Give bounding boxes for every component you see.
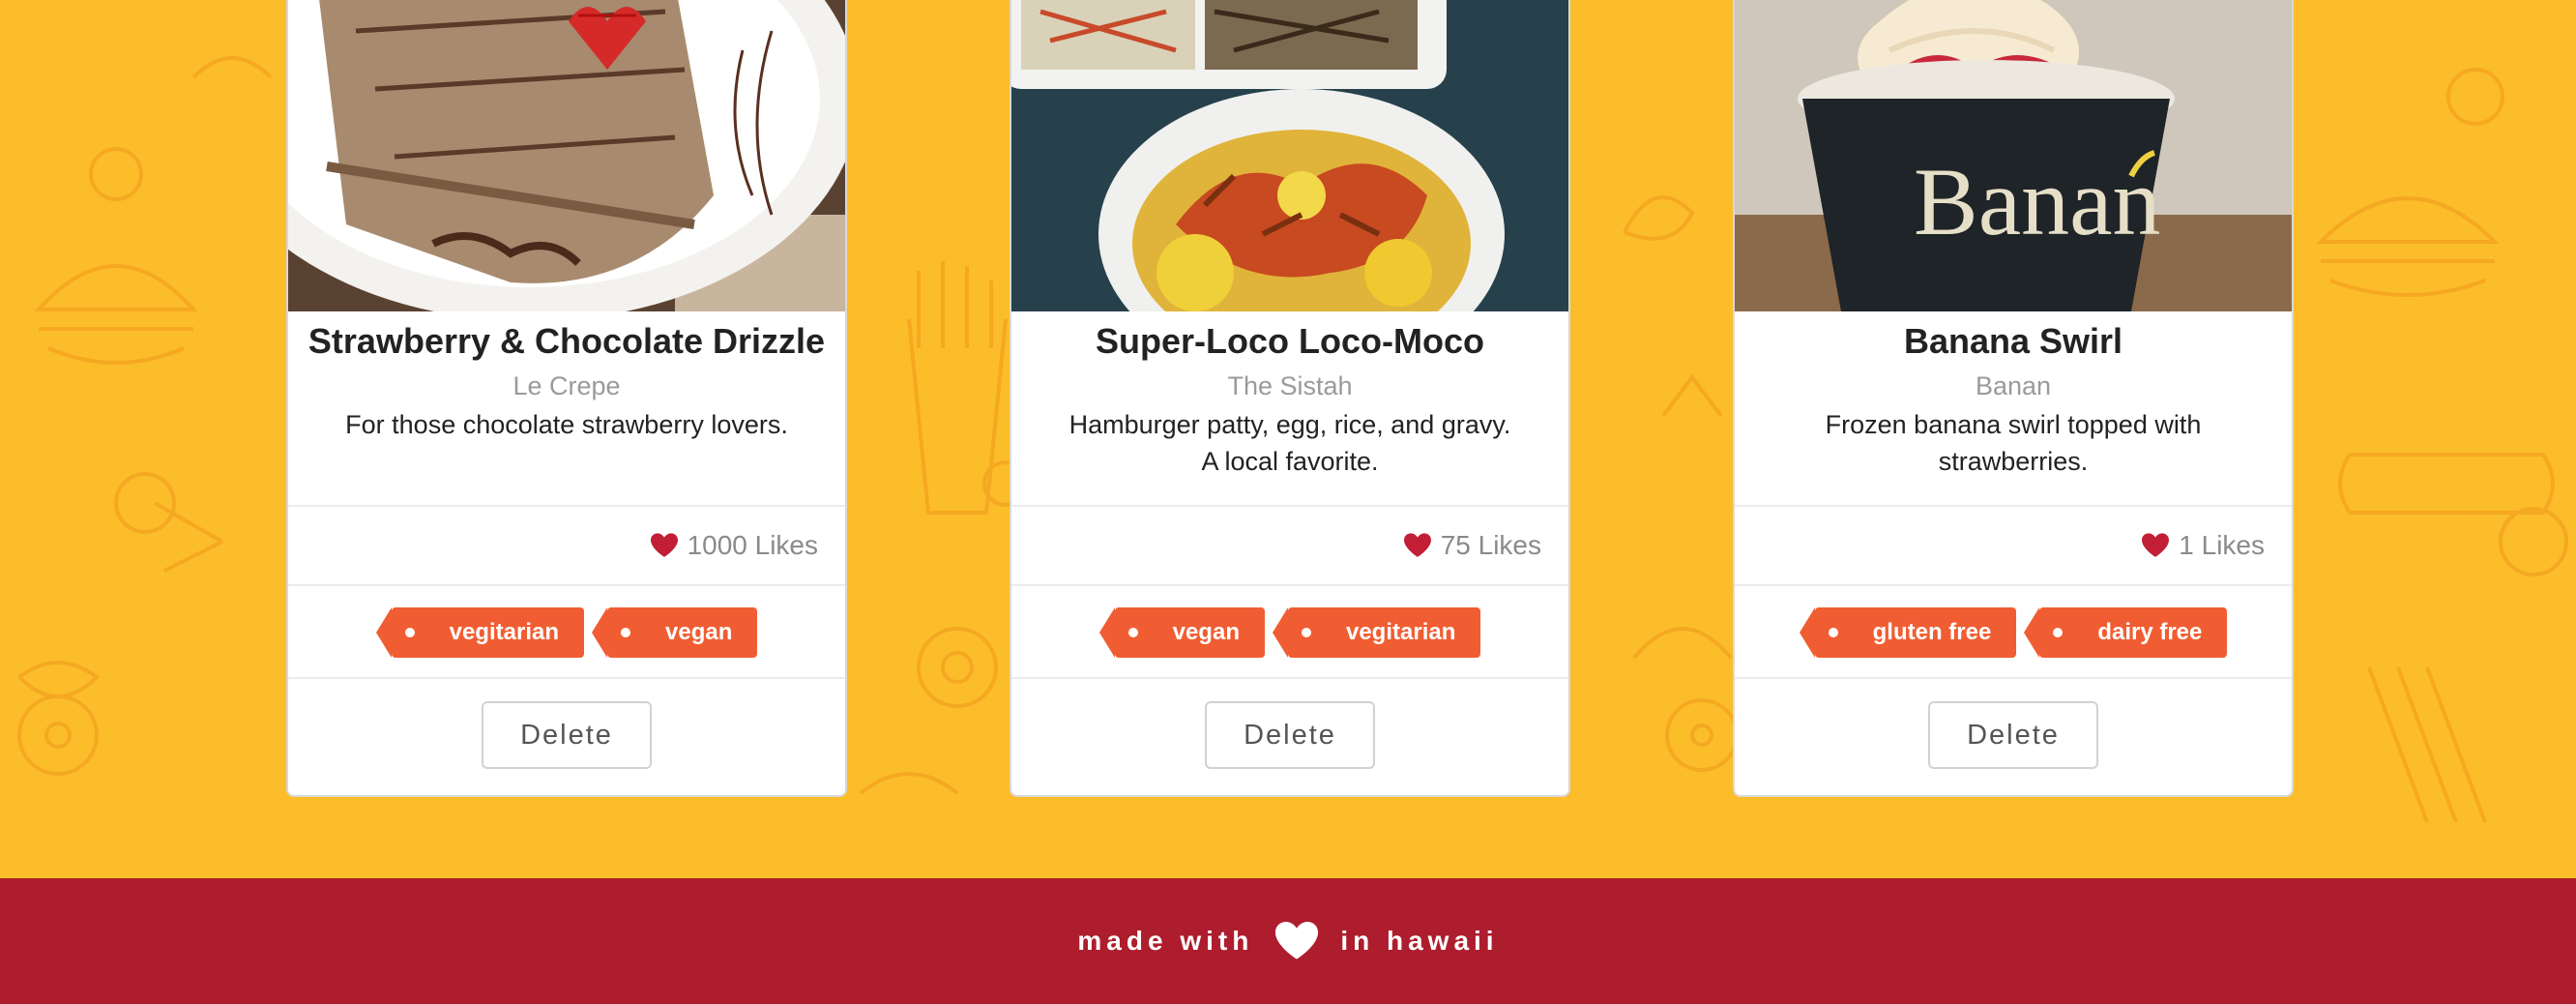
delete-button[interactable]: Delete bbox=[1928, 701, 2098, 769]
card-description: Frozen banana swirl topped with strawber… bbox=[1825, 410, 2202, 476]
heart-icon bbox=[1403, 533, 1431, 557]
food-photo-loco-moco bbox=[1011, 0, 1568, 311]
divider bbox=[1735, 505, 2292, 507]
tag[interactable]: vegitarian bbox=[375, 607, 584, 658]
divider bbox=[1011, 677, 1568, 679]
food-photo-banana-swirl: Banan bbox=[1735, 0, 2292, 311]
heart-icon bbox=[650, 533, 678, 557]
tag[interactable]: vegan bbox=[1098, 607, 1265, 658]
tag[interactable]: vegitarian bbox=[1272, 607, 1481, 658]
divider bbox=[1735, 584, 2292, 586]
tag[interactable]: dairy free bbox=[2024, 607, 2228, 658]
divider bbox=[1011, 584, 1568, 586]
divider bbox=[288, 505, 845, 507]
food-photo-crepe bbox=[288, 0, 845, 311]
footer: made with in hawaii bbox=[0, 878, 2576, 1004]
card-title: Banana Swirl bbox=[1903, 321, 2123, 361]
card-description: For those chocolate strawberry lovers. bbox=[345, 410, 788, 439]
divider bbox=[288, 584, 845, 586]
tag[interactable]: gluten free bbox=[1799, 607, 2017, 658]
divider bbox=[1011, 505, 1568, 507]
card-vendor: Le Crepe bbox=[512, 371, 621, 400]
tag[interactable]: vegan bbox=[591, 607, 758, 658]
heart-icon bbox=[1275, 922, 1319, 960]
likes-label: 1000 Likes bbox=[687, 530, 818, 560]
food-card-banana-swirl: Banan Banana Swirl Banan Frozen banana s… bbox=[1733, 0, 2294, 797]
tag-list: gluten free dairy free bbox=[1735, 607, 2292, 658]
card-description: Hamburger patty, egg, rice, and gravy. A… bbox=[1068, 410, 1511, 476]
footer-text-after: in hawaii bbox=[1340, 926, 1499, 956]
delete-button[interactable]: Delete bbox=[482, 701, 652, 769]
tag-list: vegitarian vegan bbox=[288, 607, 845, 658]
delete-button[interactable]: Delete bbox=[1205, 701, 1375, 769]
food-card-loco-moco: Super-Loco Loco-Moco The Sistah Hamburge… bbox=[1010, 0, 1570, 797]
heart-icon bbox=[2142, 533, 2170, 557]
card-title: Strawberry & Chocolate Drizzle bbox=[307, 321, 826, 361]
card-title: Super-Loco Loco-Moco bbox=[1096, 321, 1484, 361]
likes-label: 1 Likes bbox=[2179, 530, 2265, 560]
tag-list: vegan vegitarian bbox=[1011, 607, 1568, 658]
divider bbox=[288, 677, 845, 679]
likes-label: 75 Likes bbox=[1440, 530, 1541, 560]
card-vendor: Banan bbox=[1975, 371, 2052, 400]
likes-count[interactable]: 1 Likes bbox=[2142, 530, 2265, 561]
likes-count[interactable]: 75 Likes bbox=[1403, 530, 1541, 561]
food-card-strawberry-chocolate: Strawberry & Chocolate Drizzle Le Crepe … bbox=[286, 0, 847, 797]
footer-text-before: made with bbox=[1077, 926, 1254, 956]
cup-label: Banan bbox=[1914, 148, 2160, 255]
card-vendor: The Sistah bbox=[1227, 371, 1353, 400]
likes-count[interactable]: 1000 Likes bbox=[650, 530, 818, 561]
divider bbox=[1735, 677, 2292, 679]
